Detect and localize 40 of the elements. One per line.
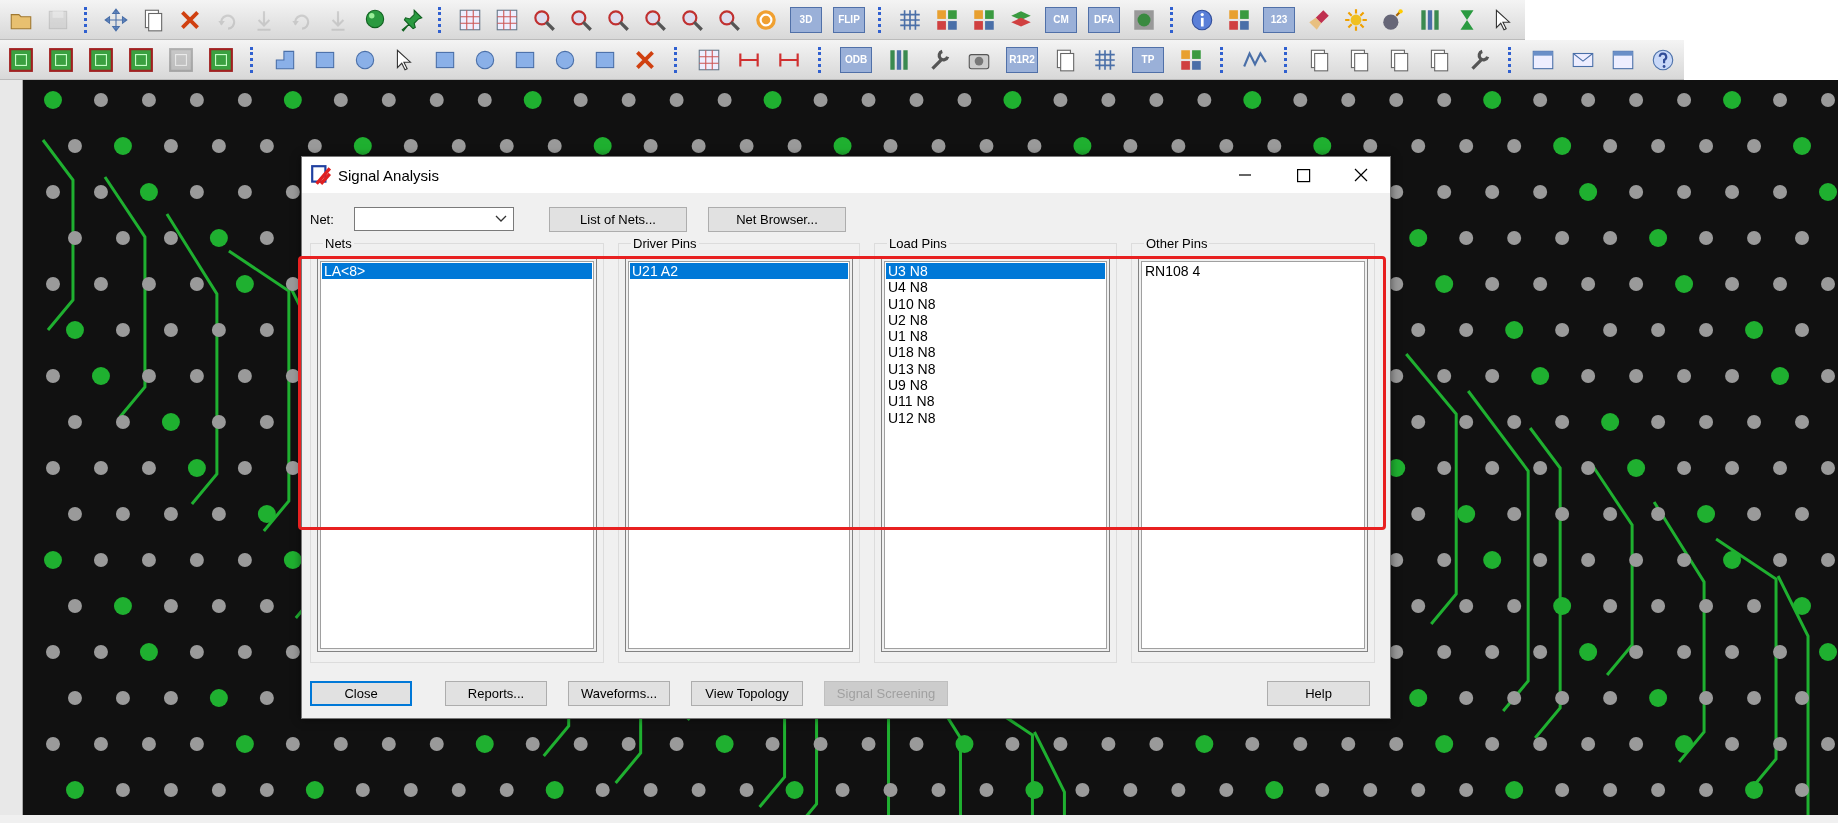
list-item[interactable]: U11 N8 [886,393,1105,410]
list-box[interactable]: RN108 4 [1138,258,1368,652]
list-label: Nets [323,236,354,251]
list-item[interactable]: U9 N8 [886,377,1105,394]
list-label: Driver Pins [631,236,699,251]
board-icon[interactable] [128,46,154,73]
net-dropdown[interactable] [354,207,514,231]
list-item[interactable]: U12 N8 [886,409,1105,426]
window-title: Signal Analysis [338,166,439,184]
bomb-icon[interactable] [1380,6,1406,33]
dialog-button[interactable]: Help [1267,681,1370,706]
list-item[interactable]: LA<8> [322,263,592,280]
list-item[interactable]: U2 N8 [886,311,1105,329]
net-label: Net: [310,211,335,227]
list-item[interactable]: U13 N8 [886,360,1105,378]
dialog-button[interactable]: Reports... [445,681,547,706]
board-icon[interactable] [208,46,234,73]
dialog-button[interactable]: Net Browser... [708,206,846,232]
dialog-button[interactable]: Close [310,681,412,706]
list-label: Load Pins [887,236,949,251]
arrows-icon[interactable] [103,6,129,33]
list-item[interactable]: U3 N8 [886,263,1105,280]
list-item[interactable]: RN108 4 [1143,263,1363,280]
list-item[interactable]: U4 N8 [886,279,1105,296]
list-item[interactable]: U21 A2 [630,263,848,280]
list-box[interactable]: LA<8> [317,258,597,652]
board-icon[interactable] [88,46,114,73]
board-icon[interactable] [48,46,74,73]
chevron-down-icon [495,215,507,223]
app-icon [310,164,332,186]
dialog-button[interactable]: List of Nets... [549,206,687,232]
list-item[interactable]: U10 N8 [886,295,1105,312]
dialog-button[interactable]: Waveforms... [568,681,670,706]
list-box[interactable]: U21 A2 [625,258,853,652]
list-item[interactable]: U18 N8 [886,344,1105,361]
list-label: Other Pins [1144,236,1210,251]
list-item[interactable]: U1 N8 [886,328,1105,345]
board-icon[interactable] [8,46,34,73]
list-box[interactable]: U3 N8 U4 N8 U10 N8 U2 N8 U1 N8 U18 N8 U13 N8 U9 N8 U11 N8 U12 N8 [881,258,1110,652]
dialog-button[interactable]: View Topology [691,681,803,706]
